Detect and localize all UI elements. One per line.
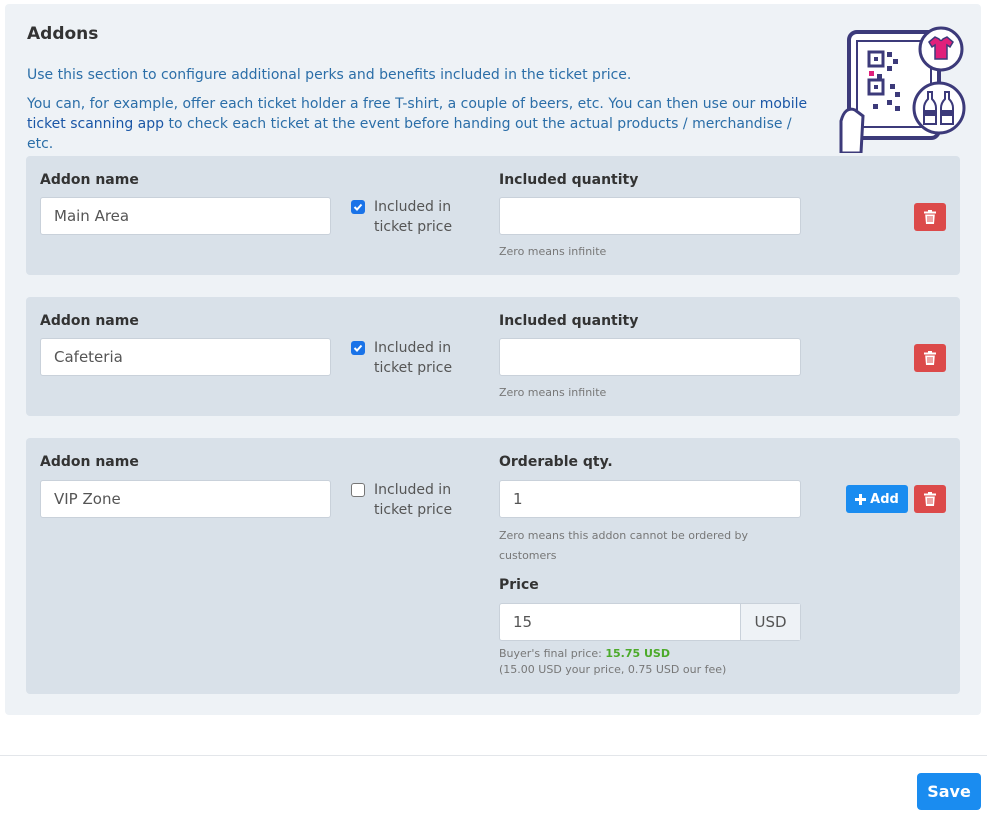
- included-in-price-checkbox[interactable]: Included in ticket price: [351, 338, 464, 378]
- final-price-text: Buyer's final price: 15.75 USD (15.00 US…: [499, 646, 726, 678]
- orderable-qty-help-text: Zero means this addon cannot be ordered …: [499, 529, 749, 562]
- included-in-price-label: Included in ticket price: [374, 199, 453, 235]
- included-quantity-input[interactable]: [499, 338, 801, 376]
- add-button[interactable]: Add: [846, 485, 908, 513]
- addons-panel: Addons Use this section to configure add…: [5, 4, 981, 715]
- plus-icon: [855, 493, 867, 505]
- included-in-price-label: Included in ticket price: [374, 340, 453, 376]
- currency-addon: USD: [740, 604, 800, 640]
- addon-name-input[interactable]: Main Area: [40, 197, 331, 235]
- trash-icon: [924, 492, 936, 506]
- intro-text-a: You can, for example, offer each ticket …: [27, 96, 760, 112]
- price-input[interactable]: 15: [500, 604, 740, 640]
- final-price-value: 15.75 USD: [605, 647, 670, 660]
- final-price-line: Buyer's final price: 15.75 USD: [499, 646, 726, 662]
- quantity-help-text: Zero means infinite: [499, 386, 607, 399]
- final-price-prefix: Buyer's final price:: [499, 647, 606, 660]
- delete-addon-button[interactable]: [914, 203, 946, 231]
- delete-addon-button[interactable]: [914, 485, 946, 513]
- intro-paragraph-1: Use this section to configure additional…: [27, 67, 632, 83]
- addon-name-input[interactable]: Cafeteria: [40, 338, 331, 376]
- included-in-price-checkbox[interactable]: Included in ticket price: [351, 480, 464, 520]
- delete-addon-button[interactable]: [914, 344, 946, 372]
- price-input-group: 15 USD: [499, 603, 801, 641]
- addon-card-main-area: Addon name Main Area Included in ticket …: [26, 156, 960, 275]
- section-title: Addons: [27, 24, 99, 44]
- intro-paragraph-2: You can, for example, offer each ticket …: [27, 94, 817, 154]
- quantity-help-text: Zero means infinite: [499, 245, 607, 258]
- included-quantity-label: Included quantity: [499, 172, 639, 188]
- addon-name-label: Addon name: [40, 454, 139, 470]
- check-icon[interactable]: [351, 341, 365, 355]
- checkbox-unchecked-icon[interactable]: [351, 483, 365, 497]
- add-button-label: Add: [870, 491, 899, 507]
- included-in-price-checkbox[interactable]: Included in ticket price: [351, 197, 464, 237]
- final-price-breakdown: (15.00 USD your price, 0.75 USD our fee): [499, 663, 727, 676]
- section-intro: Use this section to configure additional…: [27, 65, 817, 163]
- included-quantity-label: Included quantity: [499, 313, 639, 329]
- addon-name-label: Addon name: [40, 313, 139, 329]
- price-label: Price: [499, 577, 539, 593]
- addon-card-cafeteria: Addon name Cafeteria Included in ticket …: [26, 297, 960, 416]
- trash-icon: [924, 210, 936, 224]
- orderable-qty-label: Orderable qty.: [499, 454, 613, 470]
- save-button[interactable]: Save: [917, 773, 981, 810]
- footer-divider: [0, 755, 987, 756]
- included-quantity-input[interactable]: [499, 197, 801, 235]
- included-in-price-label: Included in ticket price: [374, 482, 453, 518]
- addon-name-input[interactable]: VIP Zone: [40, 480, 331, 518]
- addon-card-vip-zone: Addon name VIP Zone Included in ticket p…: [26, 438, 960, 694]
- orderable-qty-input[interactable]: 1: [499, 480, 801, 518]
- addon-name-label: Addon name: [40, 172, 139, 188]
- check-icon[interactable]: [351, 200, 365, 214]
- trash-icon: [924, 351, 936, 365]
- ticket-scan-illustration: [839, 26, 966, 153]
